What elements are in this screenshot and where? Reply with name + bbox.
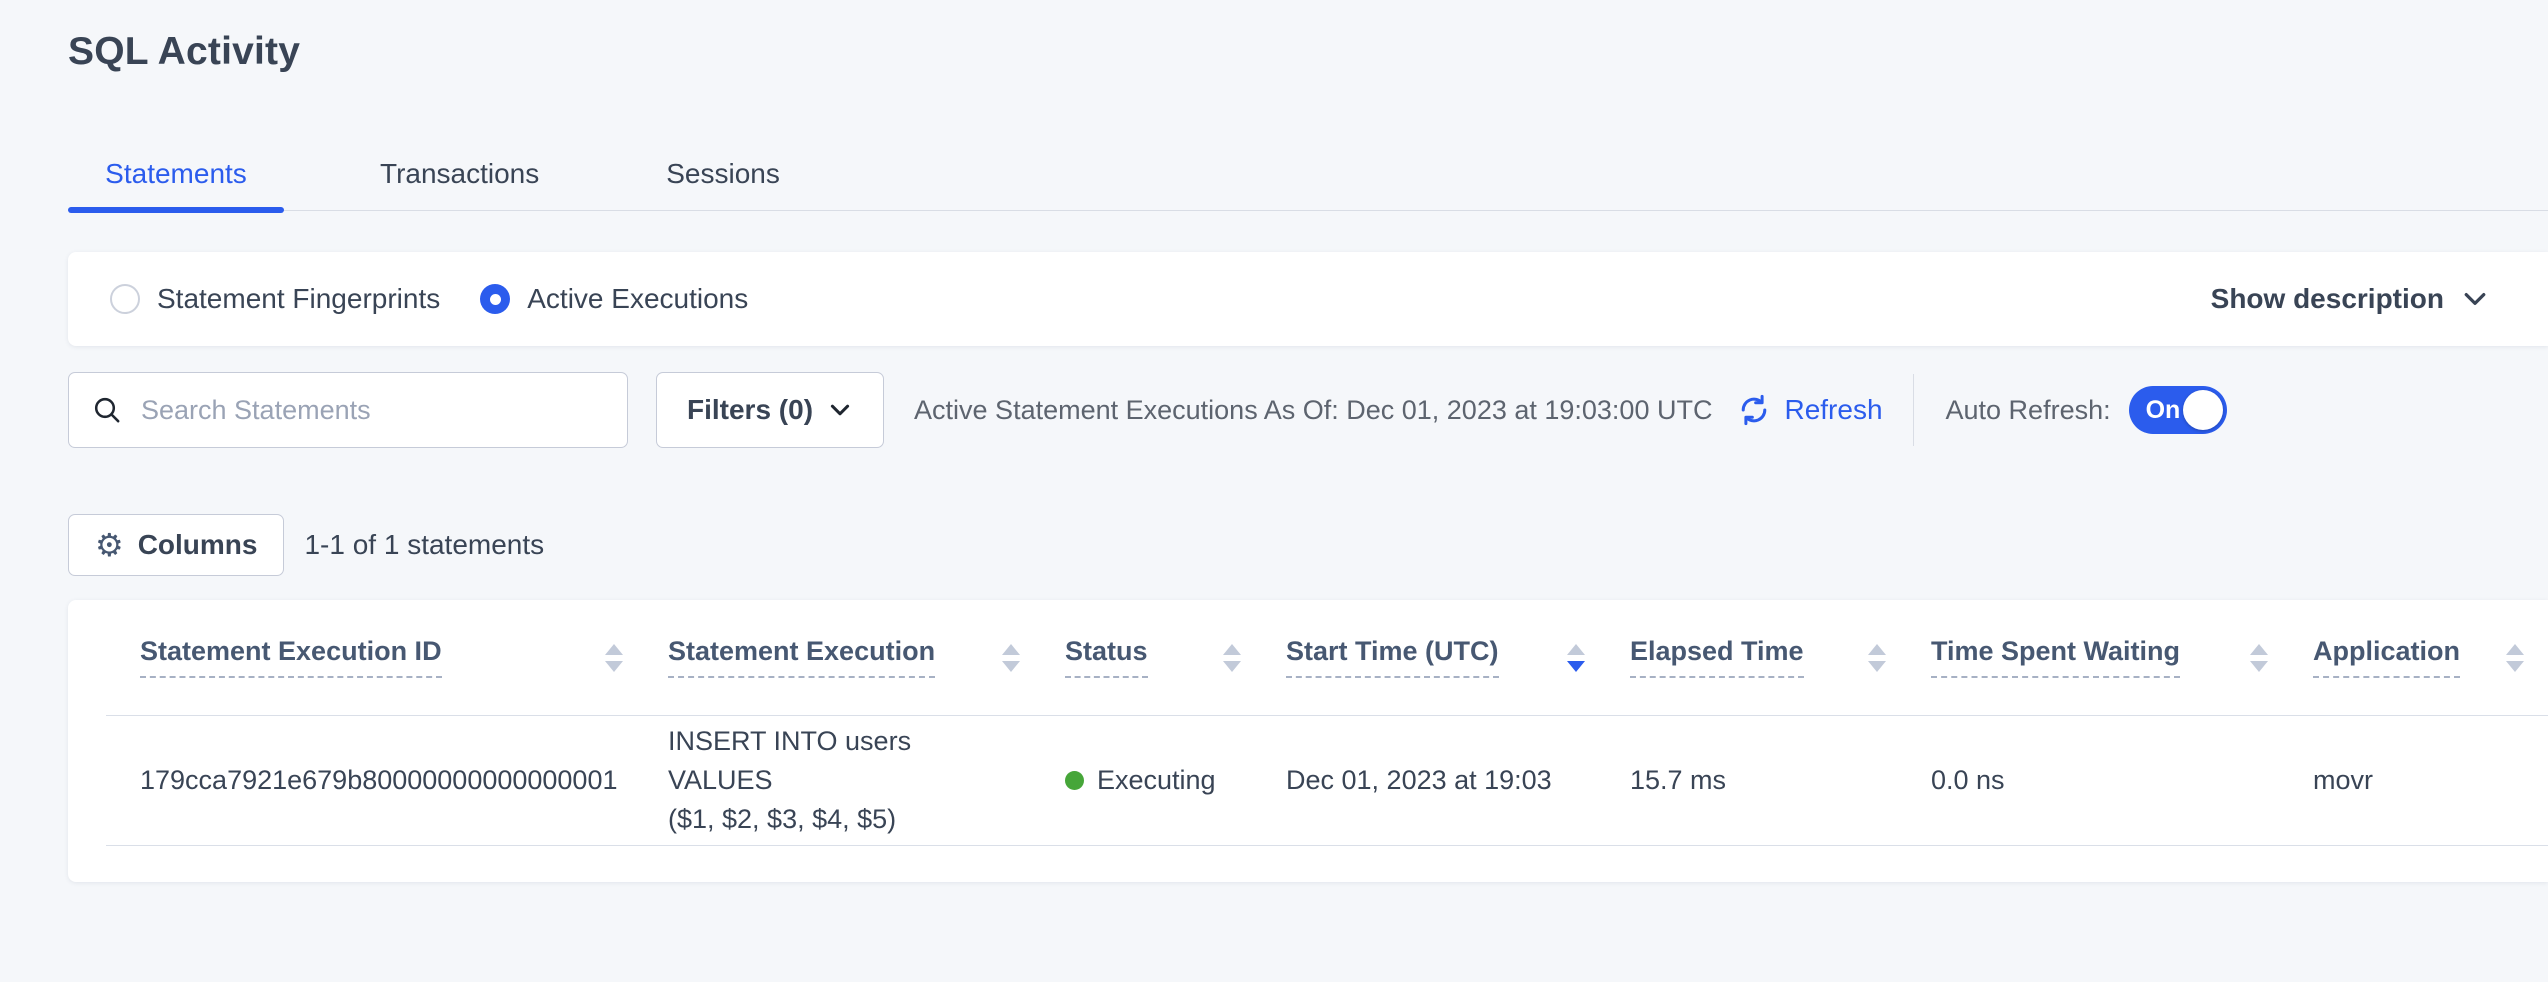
cell-statement[interactable]: INSERT INTO users VALUES ($1, $2, $3, $4… (668, 722, 1065, 839)
gear-icon: ⚙ (95, 529, 124, 561)
status-label: Executing (1097, 765, 1216, 796)
cell-time-spent-waiting: 0.0 ns (1931, 765, 2313, 796)
statements-table: Statement Execution ID Statement Executi… (68, 600, 2548, 882)
tab-statements[interactable]: Statements (68, 138, 284, 210)
cell-start-time: Dec 01, 2023 at 19:03 (1286, 765, 1630, 796)
sort-icon[interactable] (1002, 644, 1020, 672)
tab-transactions[interactable]: Transactions (380, 138, 539, 210)
chevron-down-icon (827, 397, 853, 423)
cell-execution-id: 179cca7921e679b80000000000000001 (140, 765, 668, 796)
show-description-label: Show description (2211, 283, 2444, 315)
status-dot-icon (1065, 771, 1084, 790)
header-time-spent-waiting[interactable]: Time Spent Waiting (1931, 637, 2313, 678)
auto-refresh-toggle[interactable]: On (2129, 386, 2227, 434)
search-box[interactable] (68, 372, 628, 448)
search-icon (91, 394, 123, 426)
radio-circle-icon[interactable] (480, 284, 510, 314)
radio-label: Statement Fingerprints (157, 283, 440, 315)
filters-label: Filters (0) (687, 394, 813, 426)
columns-button[interactable]: ⚙ Columns (68, 514, 284, 576)
sort-icon[interactable] (605, 644, 623, 672)
header-elapsed-time[interactable]: Elapsed Time (1630, 637, 1931, 678)
columns-button-label: Columns (138, 529, 258, 561)
cell-status: Executing (1065, 765, 1286, 796)
radio-statement-fingerprints[interactable]: Statement Fingerprints (110, 283, 440, 315)
auto-refresh-label: Auto Refresh: (1946, 395, 2111, 426)
sort-icon[interactable] (1868, 644, 1886, 672)
filters-button[interactable]: Filters (0) (656, 372, 884, 448)
header-application[interactable]: Application (2313, 637, 2548, 678)
sort-icon[interactable] (2506, 644, 2524, 672)
refresh-label: Refresh (1784, 394, 1882, 426)
chevron-down-icon (2460, 284, 2490, 314)
table-row[interactable]: 179cca7921e679b80000000000000001 INSERT … (106, 716, 2548, 846)
header-start-time[interactable]: Start Time (UTC) (1286, 637, 1630, 678)
toggle-state-label: On (2146, 396, 2181, 425)
refresh-icon (1736, 392, 1772, 428)
sort-icon[interactable] (1223, 644, 1241, 672)
radio-circle-icon[interactable] (110, 284, 140, 314)
page-title: SQL Activity (68, 30, 300, 74)
tab-sessions[interactable]: Sessions (666, 138, 780, 210)
header-statement-execution-id[interactable]: Statement Execution ID (140, 637, 668, 678)
sort-icon[interactable] (2250, 644, 2268, 672)
sort-icon[interactable] (1567, 644, 1585, 672)
sql-activity-page: SQL Activity Statements Transactions Ses… (0, 0, 2548, 982)
controls-row: Filters (0) Active Statement Executions … (68, 372, 2548, 448)
result-count: 1-1 of 1 statements (304, 529, 544, 561)
header-statement-execution[interactable]: Statement Execution (668, 637, 1065, 678)
search-input[interactable] (139, 394, 605, 427)
show-description-button[interactable]: Show description (2211, 283, 2490, 315)
tab-bar: Statements Transactions Sessions (68, 138, 2548, 211)
table-header-row: Statement Execution ID Statement Executi… (106, 600, 2548, 716)
table-toolbar: ⚙ Columns 1-1 of 1 statements (68, 514, 544, 576)
cell-application: movr (2313, 765, 2548, 796)
cell-elapsed-time: 15.7 ms (1630, 765, 1931, 796)
view-mode-card: Statement Fingerprints Active Executions… (68, 252, 2548, 346)
header-status[interactable]: Status (1065, 637, 1286, 678)
radio-active-executions[interactable]: Active Executions (480, 283, 748, 315)
vertical-divider (1913, 374, 1914, 446)
refresh-button[interactable]: Refresh (1736, 392, 1882, 428)
toggle-knob[interactable] (2183, 390, 2223, 430)
radio-label: Active Executions (527, 283, 748, 315)
as-of-text: Active Statement Executions As Of: Dec 0… (914, 395, 1712, 426)
